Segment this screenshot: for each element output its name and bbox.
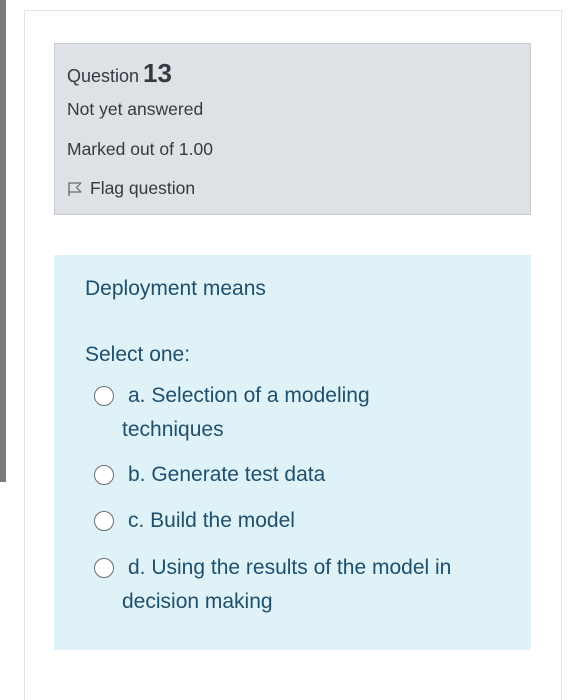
answer-option-d[interactable]: d. Using the results of the model in dec… bbox=[94, 551, 514, 619]
answer-option-b[interactable]: b. Generate test data bbox=[94, 458, 514, 492]
question-grade: Marked out of 1.00 bbox=[67, 139, 213, 159]
answer-option-label: d. Using the results of the model in bbox=[128, 556, 452, 579]
answer-option-label-continued: decision making bbox=[122, 590, 273, 613]
radio-unchecked-icon[interactable] bbox=[94, 558, 114, 578]
flag-question-link[interactable]: Flag question bbox=[67, 178, 195, 199]
radio-unchecked-icon[interactable] bbox=[94, 511, 114, 531]
question-info-panel: Question 13 Not yet answered Marked out o… bbox=[54, 43, 531, 215]
answer-option-label: b. Generate test data bbox=[128, 463, 326, 486]
scroll-indicator[interactable] bbox=[0, 0, 6, 482]
flag-question-label: Flag question bbox=[90, 178, 196, 198]
question-content-panel: Deployment means Select one: a. Selectio… bbox=[54, 255, 531, 650]
flag-icon bbox=[67, 181, 83, 197]
question-number: 13 bbox=[143, 58, 172, 88]
radio-unchecked-icon[interactable] bbox=[94, 386, 114, 406]
question-state: Not yet answered bbox=[67, 99, 204, 119]
answer-option-a[interactable]: a. Selection of a modeling techniques bbox=[94, 379, 514, 447]
radio-unchecked-icon[interactable] bbox=[94, 465, 114, 485]
answer-option-label: c. Build the model bbox=[128, 509, 295, 532]
answer-option-label-continued: techniques bbox=[122, 418, 224, 441]
answer-option-label: a. Selection of a modeling bbox=[128, 384, 370, 407]
question-label: Question bbox=[67, 66, 140, 86]
select-one-prompt: Select one: bbox=[85, 343, 191, 366]
question-text: Deployment means bbox=[85, 277, 266, 300]
question-heading: Question 13 bbox=[67, 58, 172, 89]
answer-option-c[interactable]: c. Build the model bbox=[94, 504, 514, 538]
